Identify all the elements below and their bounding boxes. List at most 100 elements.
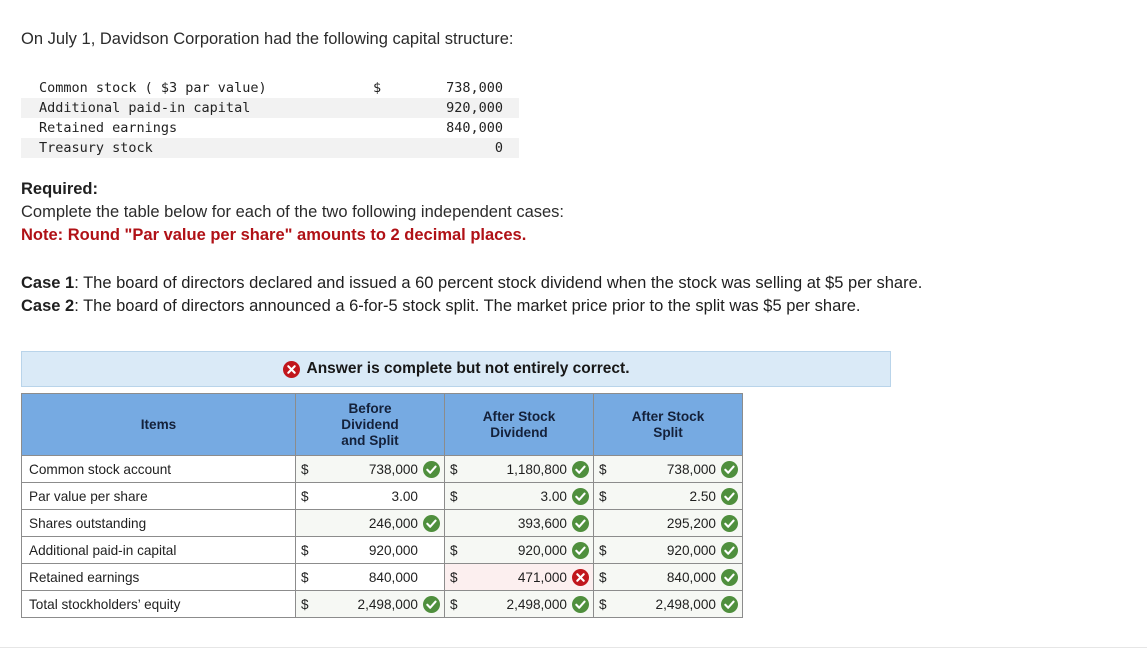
- table-row: Par value per share $3.00 $3.00 $2.50: [21, 482, 743, 510]
- answer-cell[interactable]: $3.00: [295, 482, 445, 510]
- currency-symbol: $: [301, 461, 309, 477]
- column-header-after-stock-split: After Stock Split: [593, 393, 743, 456]
- answer-cell[interactable]: $2,498,000: [295, 590, 445, 618]
- answer-cell-inner: $2,498,000: [594, 591, 742, 617]
- answer-table-head: Items Before Dividend and Split After St…: [21, 393, 743, 456]
- check-circle-icon: [720, 514, 738, 532]
- answer-value: 471,000: [517, 569, 567, 585]
- answer-value: 920,000: [368, 542, 418, 558]
- capital-row-amount: 920,000: [446, 100, 503, 116]
- answer-cell-inner: 246,000: [296, 510, 444, 536]
- answer-cell[interactable]: $2.50: [593, 482, 743, 510]
- answer-value: 2,498,000: [655, 596, 716, 612]
- page-divider: [0, 647, 1147, 648]
- answer-value: 2,498,000: [506, 596, 567, 612]
- answer-cell[interactable]: $471,000: [444, 563, 594, 591]
- check-circle-icon: [720, 595, 738, 613]
- row-item-label: Additional paid-in capital: [21, 536, 296, 564]
- answer-status-banner: Answer is complete but not entirely corr…: [21, 351, 891, 387]
- currency-symbol: $: [301, 596, 309, 612]
- answer-value: 3.00: [391, 488, 418, 504]
- error-circle-icon: [282, 360, 300, 378]
- answer-status-slot: [571, 460, 589, 478]
- capital-row-label: Additional paid-in capital: [39, 100, 251, 116]
- capital-row-amount: 738,000: [446, 80, 503, 96]
- answer-cell-inner: $3.00: [296, 483, 444, 509]
- answer-cell-inner: $2,498,000: [296, 591, 444, 617]
- answer-cell[interactable]: 393,600: [444, 509, 594, 537]
- answer-value: 246,000: [368, 515, 418, 531]
- answer-cell-inner: 295,200: [594, 510, 742, 536]
- answer-status-slot: [571, 487, 589, 505]
- intro-paragraph: On July 1, Davidson Corporation had the …: [21, 30, 514, 48]
- answer-cell[interactable]: 246,000: [295, 509, 445, 537]
- answer-value: 738,000: [368, 461, 418, 477]
- answer-cell[interactable]: $2,498,000: [593, 590, 743, 618]
- capital-row-label: Treasury stock: [39, 140, 153, 156]
- capital-row-label: Common stock ( $3 par value): [39, 80, 267, 96]
- check-circle-icon: [422, 514, 440, 532]
- answer-value: 3.00: [540, 488, 567, 504]
- answer-value: 920,000: [517, 542, 567, 558]
- answer-status-slot: [422, 488, 440, 505]
- column-header-after-stock-dividend: After Stock Dividend: [444, 393, 594, 456]
- answer-cell[interactable]: $920,000: [295, 536, 445, 564]
- answer-cell[interactable]: $738,000: [593, 455, 743, 483]
- row-item-label: Par value per share: [21, 482, 296, 510]
- answer-value: 920,000: [666, 542, 716, 558]
- answer-cell-inner: $2.50: [594, 483, 742, 509]
- table-row: Retained earnings 840,000: [21, 118, 519, 138]
- currency-symbol: $: [450, 461, 458, 477]
- answer-cell-inner: $920,000: [445, 537, 593, 563]
- answer-value: 840,000: [368, 569, 418, 585]
- answer-status-slot: [422, 514, 440, 532]
- answer-cell[interactable]: $840,000: [593, 563, 743, 591]
- answer-cell[interactable]: 295,200: [593, 509, 743, 537]
- row-item-label: Common stock account: [21, 455, 296, 483]
- answer-value: 393,600: [517, 515, 567, 531]
- answer-cell[interactable]: $1,180,800: [444, 455, 594, 483]
- answer-table-body: Common stock account $738,000 $1,180,800 $7…: [21, 455, 743, 618]
- capital-structure-table: Common stock ( $3 par value) $ 738,000 A…: [21, 78, 519, 158]
- capital-row-currency: [373, 98, 395, 118]
- capital-row-amount: 0: [494, 140, 503, 156]
- answer-cell-inner: $3.00: [445, 483, 593, 509]
- row-item-label: Shares outstanding: [21, 509, 296, 537]
- currency-symbol: $: [599, 569, 607, 585]
- answer-status-slot: [422, 595, 440, 613]
- answer-cell[interactable]: $738,000: [295, 455, 445, 483]
- check-circle-icon: [571, 514, 589, 532]
- answer-cell-inner: $920,000: [594, 537, 742, 563]
- column-header-line: Dividend: [490, 424, 548, 440]
- column-header-line: Split: [653, 424, 683, 440]
- answer-cell[interactable]: $3.00: [444, 482, 594, 510]
- answer-status-slot: [720, 460, 738, 478]
- cases-block: Case 1: The board of directors declared …: [21, 272, 922, 318]
- answer-value: 295,200: [666, 515, 716, 531]
- answer-status-slot: [422, 569, 440, 586]
- currency-symbol: $: [301, 542, 309, 558]
- answer-cell[interactable]: $840,000: [295, 563, 445, 591]
- answer-cell[interactable]: $920,000: [444, 536, 594, 564]
- currency-symbol: $: [599, 596, 607, 612]
- row-item-label: Retained earnings: [21, 563, 296, 591]
- currency-symbol: $: [450, 596, 458, 612]
- answer-status-slot: [720, 595, 738, 613]
- answer-cell[interactable]: $920,000: [593, 536, 743, 564]
- capital-row-currency: [373, 138, 395, 158]
- currency-symbol: $: [599, 461, 607, 477]
- answer-cell-inner: $738,000: [296, 456, 444, 482]
- capital-row-amount: 840,000: [446, 120, 503, 136]
- column-header-line: After Stock: [482, 408, 556, 424]
- answer-cell-inner: $840,000: [594, 564, 742, 590]
- currency-symbol: $: [450, 542, 458, 558]
- answer-status-slot: [720, 568, 738, 586]
- check-circle-icon: [720, 568, 738, 586]
- case-1-text: : The board of directors declared and is…: [74, 274, 923, 292]
- answer-cell-inner: 393,600: [445, 510, 593, 536]
- check-circle-icon: [422, 595, 440, 613]
- answer-cell-inner: $738,000: [594, 456, 742, 482]
- answer-cell[interactable]: $2,498,000: [444, 590, 594, 618]
- case-2-text: : The board of directors announced a 6-f…: [74, 297, 861, 315]
- case-1: Case 1: The board of directors declared …: [21, 272, 922, 295]
